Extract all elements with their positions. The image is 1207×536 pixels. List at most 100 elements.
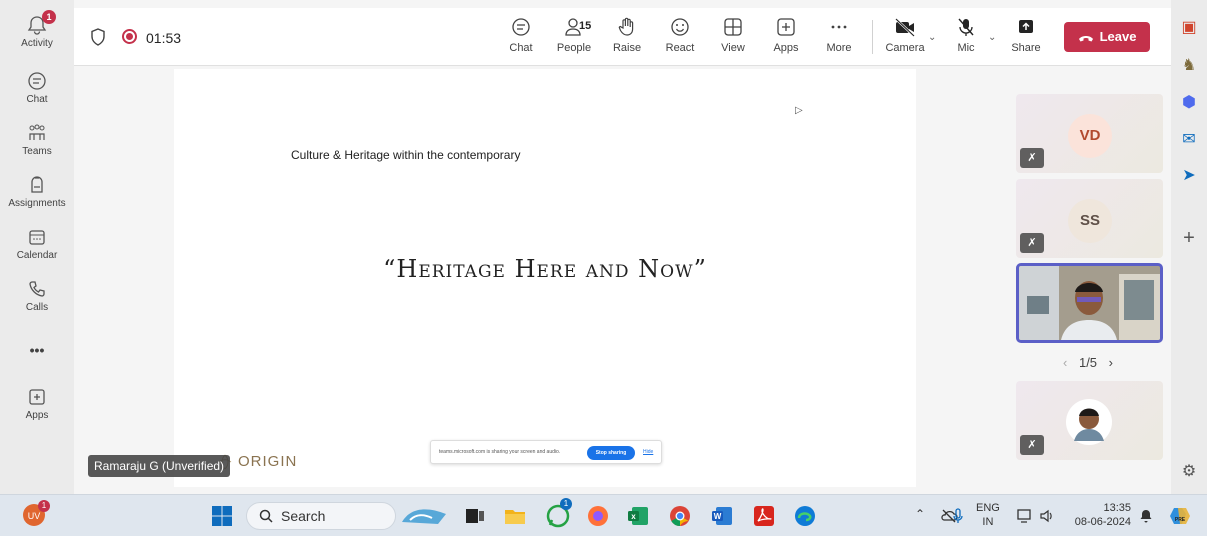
more-icon — [831, 25, 847, 29]
avatar: VD — [1068, 114, 1112, 158]
notification-bell-icon[interactable] — [1138, 508, 1154, 524]
apps-label: Apps — [773, 42, 799, 54]
camera-label: Camera — [885, 42, 925, 54]
raise-label: Raise — [612, 42, 642, 54]
word-icon[interactable]: W — [710, 504, 734, 528]
hand-icon — [618, 17, 634, 36]
excel-icon[interactable]: x — [626, 504, 650, 528]
widgets-icon[interactable] — [400, 504, 448, 528]
more-button[interactable]: More — [815, 16, 863, 54]
view-button[interactable]: View — [709, 16, 757, 54]
muted-mic-icon: ✗ — [1020, 233, 1044, 253]
muted-mic-icon: ✗ — [1020, 435, 1044, 455]
rail-item-assignments[interactable]: Assignments — [0, 174, 74, 209]
meeting-timer: 01:53 — [146, 30, 182, 46]
chat-button[interactable]: Chat — [497, 16, 545, 54]
grid-icon — [724, 18, 742, 36]
avatar — [1066, 399, 1112, 445]
toolbox-icon[interactable]: ▣ — [1179, 18, 1199, 38]
show-hidden-icons-chevron-icon[interactable]: ⌃ — [915, 507, 925, 521]
participant-video-feed — [1019, 266, 1160, 340]
apps-button[interactable]: Apps — [762, 16, 810, 54]
rail-label-assignments: Assignments — [8, 198, 66, 209]
share-icon — [1019, 20, 1033, 33]
network-icon[interactable] — [1016, 507, 1034, 525]
participant-tile[interactable]: ✗ — [1016, 381, 1163, 460]
stop-sharing-button[interactable]: Stop sharing — [587, 446, 635, 460]
rail-item-chat[interactable]: Chat — [0, 70, 74, 105]
whatsapp-badge: 1 — [560, 498, 572, 510]
rail-label-teams: Teams — [22, 146, 52, 157]
edge-icon[interactable] — [793, 504, 817, 528]
rail-item-apps[interactable]: Apps — [0, 386, 74, 421]
mic-label: Mic — [957, 42, 975, 54]
clock-date: 08-06-2024 — [1074, 516, 1131, 528]
svg-text:PRE: PRE — [1175, 517, 1186, 523]
search-icon — [259, 509, 273, 523]
chrome-icon[interactable] — [668, 504, 692, 528]
lang-line2: IN — [982, 516, 994, 528]
add-app-icon[interactable]: + — [1179, 228, 1199, 248]
react-button[interactable]: React — [656, 16, 704, 54]
backpack-icon — [31, 176, 43, 193]
people-count: 15 — [579, 20, 592, 32]
outlook-icon[interactable]: ✉ — [1179, 130, 1199, 150]
pager-prev-button[interactable]: ‹ — [1063, 355, 1067, 370]
windows-start-icon[interactable] — [210, 504, 234, 528]
pager-next-button[interactable]: › — [1109, 355, 1113, 370]
pager-label: 1/5 — [1078, 355, 1098, 370]
muted-mic-icon: ✗ — [1020, 148, 1044, 168]
participant-pager: ‹ 1/5 › — [1059, 355, 1117, 370]
mic-off-icon — [958, 18, 974, 36]
microphone-tray-icon[interactable] — [952, 507, 964, 525]
chat-icon — [512, 18, 530, 36]
share-button[interactable]: Share — [1002, 16, 1050, 54]
copilot-preview-icon[interactable]: PRE — [1168, 504, 1192, 528]
shield-icon — [91, 28, 105, 46]
participant-tile[interactable]: VD ✗ — [1016, 94, 1163, 173]
camera-button[interactable]: Camera — [881, 16, 929, 54]
people-button[interactable]: 15 People — [550, 16, 598, 54]
acrobat-icon[interactable] — [752, 504, 776, 528]
people-app-icon[interactable]: ♞ — [1179, 56, 1199, 76]
copilot-icon[interactable]: ⬢ — [1179, 93, 1199, 113]
add-icon — [777, 18, 795, 36]
mic-button[interactable]: Mic — [942, 16, 990, 54]
raise-hand-button[interactable]: Raise — [603, 16, 651, 54]
rail-item-calls[interactable]: Calls — [0, 278, 74, 313]
hang-up-icon — [1078, 35, 1093, 42]
mic-options-chevron-icon[interactable]: ⌄ — [988, 32, 996, 43]
taskbar-search[interactable]: Search — [246, 502, 396, 530]
input-language[interactable]: ENG IN — [976, 501, 1000, 529]
camera-off-icon — [895, 18, 915, 37]
svg-text:W: W — [714, 512, 722, 521]
rail-item-activity[interactable]: 1 Activity — [0, 10, 74, 49]
share-message: teams.microsoft.com is sharing your scre… — [439, 449, 561, 455]
slide-title: “Heritage Here and Now” — [383, 255, 707, 283]
participant-video-tile[interactable] — [1016, 263, 1163, 343]
rail-label-calendar: Calendar — [16, 250, 58, 261]
leave-button[interactable]: Leave — [1064, 22, 1150, 52]
rail-item-teams[interactable]: Teams — [0, 122, 74, 157]
volume-icon[interactable] — [1038, 507, 1056, 525]
apps-side-strip: ▣ ♞ ⬢ ✉ ➤ + ⚙ — [1171, 0, 1207, 494]
clock-time: 13:35 — [1103, 502, 1131, 514]
phone-icon — [29, 281, 45, 297]
hide-link[interactable]: Hide — [643, 449, 653, 455]
send-icon[interactable]: ➤ — [1179, 166, 1199, 186]
settings-gear-icon[interactable]: ⚙ — [1179, 462, 1199, 482]
rail-item-calendar[interactable]: Calendar — [0, 226, 74, 261]
firefox-icon[interactable] — [586, 504, 610, 528]
teams-icon — [29, 124, 45, 140]
recording-icon — [122, 29, 137, 44]
lang-line1: ENG — [976, 502, 1000, 514]
system-clock[interactable]: 13:35 08-06-2024 — [1071, 501, 1131, 529]
participant-tile[interactable]: SS ✗ — [1016, 179, 1163, 258]
search-label: Search — [281, 508, 326, 524]
task-view-icon[interactable] — [463, 504, 487, 528]
file-explorer-icon[interactable] — [503, 504, 527, 528]
camera-options-chevron-icon[interactable]: ⌄ — [928, 32, 936, 43]
rail-label-activity: Activity — [21, 38, 53, 49]
app-rail: 1 Activity Chat Teams Assignments Calend… — [0, 0, 74, 494]
rail-more-button[interactable]: ••• — [0, 342, 74, 358]
